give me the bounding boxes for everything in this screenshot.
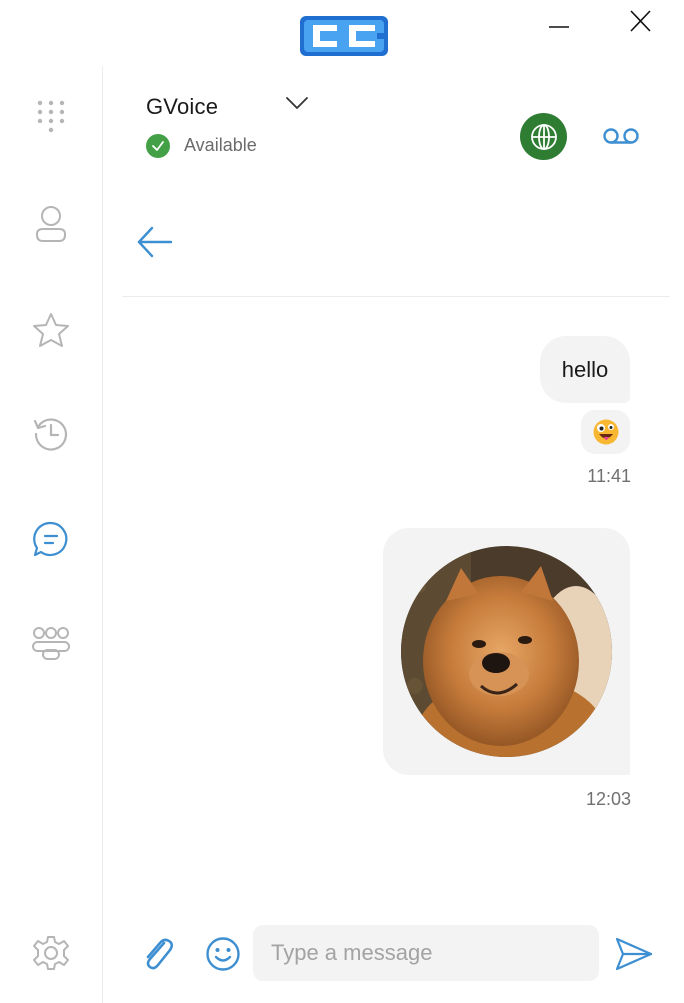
gear-icon [33, 936, 69, 970]
back-button[interactable] [133, 222, 175, 262]
sidebar-item-contacts[interactable] [29, 202, 73, 246]
message-input[interactable] [253, 925, 599, 981]
globe-icon [530, 123, 557, 150]
send-icon [615, 937, 653, 971]
sidebar-item-dialpad[interactable] [29, 96, 73, 140]
status-badge [146, 134, 170, 158]
message-bubble-image[interactable] [383, 528, 630, 775]
close-icon [630, 10, 651, 32]
close-button[interactable] [620, 6, 660, 38]
sidebar-item-favorites[interactable] [29, 308, 73, 352]
app-logo-icon [299, 14, 389, 58]
message-text: hello [561, 356, 609, 382]
globe-button[interactable] [520, 113, 567, 160]
star-icon [33, 313, 69, 347]
voicemail-icon [603, 128, 639, 144]
message-bubble-text[interactable]: hello [540, 336, 630, 403]
sidebar [0, 66, 103, 1003]
send-button[interactable] [612, 932, 656, 976]
message-bubble-emoji[interactable] [581, 410, 630, 454]
group-icon [32, 627, 70, 660]
minimize-button[interactable] [539, 6, 579, 38]
chevron-down-icon [286, 97, 308, 109]
paperclip-icon [146, 938, 174, 970]
emoji-button[interactable] [201, 932, 245, 976]
chat-icon [33, 521, 68, 557]
history-icon [33, 418, 68, 451]
sidebar-item-history[interactable] [29, 412, 73, 456]
message-timestamp: 11:41 [587, 466, 631, 486]
status-label: Available [184, 135, 257, 155]
sidebar-item-groups[interactable] [29, 621, 73, 665]
zany-face-emoji-icon [593, 419, 618, 445]
voicemail-button[interactable] [600, 120, 642, 152]
checkmark-icon [152, 141, 164, 151]
account-name[interactable]: GVoice [146, 94, 218, 120]
person-icon [36, 206, 66, 242]
dog-photo[interactable] [401, 546, 612, 757]
arrow-left-icon [137, 226, 173, 258]
sidebar-item-settings[interactable] [29, 931, 73, 975]
minimize-icon [549, 26, 569, 28]
account-dropdown-button[interactable] [284, 94, 310, 114]
divider [122, 296, 670, 297]
sidebar-item-chat[interactable] [29, 517, 73, 561]
smiley-icon [206, 937, 240, 971]
attach-button[interactable] [136, 932, 180, 976]
title-bar [0, 0, 684, 66]
message-timestamp: 12:03 [585, 789, 631, 809]
dialpad-icon [37, 100, 65, 133]
